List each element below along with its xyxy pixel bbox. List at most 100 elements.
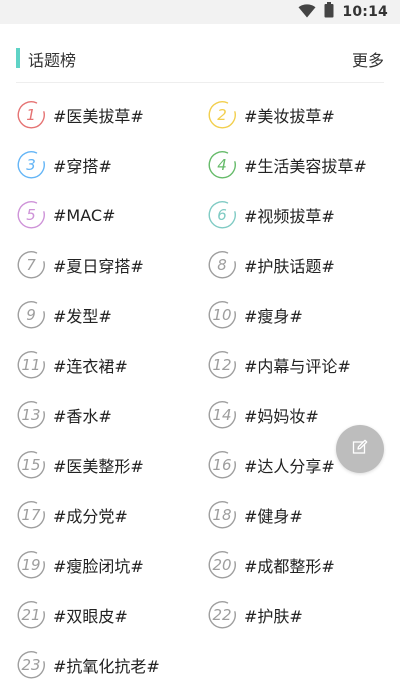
battery-icon <box>324 2 334 22</box>
topic-grid: 1 #医美拔草# 2 #美妆拔草# 3 #穿搭# 4 #生活美容拔草# 5 #MAC# 6 #视频拔草… <box>0 90 400 690</box>
rank-badge: 12 <box>207 350 237 380</box>
topic-item[interactable]: 20 #成都整形# <box>207 540 335 590</box>
topic-label: #夏日穿搭# <box>53 257 144 276</box>
topic-label: #抗氧化抗老# <box>53 657 160 676</box>
rank-number: 2 <box>217 106 227 124</box>
rank-badge: 5 <box>16 200 46 230</box>
topic-label: #连衣裙# <box>53 357 128 376</box>
rank-badge: 19 <box>16 550 46 580</box>
status-icons: 10:14 <box>298 2 388 22</box>
rank-badge: 7 <box>16 250 46 280</box>
header-divider <box>16 82 384 83</box>
rank-badge: 14 <box>207 400 237 430</box>
topic-row: 19 #瘦脸闭坑# 20 #成都整形# <box>0 540 400 590</box>
rank-badge: 3 <box>16 150 46 180</box>
rank-number: 14 <box>212 406 232 424</box>
rank-number: 16 <box>212 456 232 474</box>
topic-row: 7 #夏日穿搭# 8 #护肤话题# <box>0 240 400 290</box>
topic-item[interactable]: 9 #发型# <box>16 290 112 340</box>
topic-row: 23 #抗氧化抗老# <box>0 640 400 690</box>
page-title: 话题榜 <box>28 51 77 70</box>
compose-button[interactable] <box>336 425 384 473</box>
topic-item[interactable]: 18 #健身# <box>207 490 303 540</box>
topic-item[interactable]: 17 #成分党# <box>16 490 128 540</box>
topic-label: #护肤话题# <box>244 257 335 276</box>
rank-number: 6 <box>217 206 227 224</box>
topic-board-header: 话题榜 更多 <box>0 34 400 82</box>
rank-number: 4 <box>217 156 227 174</box>
topic-label: #双眼皮# <box>53 607 128 626</box>
topic-item[interactable]: 21 #双眼皮# <box>16 590 128 640</box>
topic-item[interactable]: 12 #内幕与评论# <box>207 340 351 390</box>
topic-label: #生活美容拔草# <box>244 157 367 176</box>
topic-row: 5 #MAC# 6 #视频拔草# <box>0 190 400 240</box>
rank-number: 22 <box>212 606 232 624</box>
topic-label: #医美拔草# <box>53 107 144 126</box>
rank-badge: 11 <box>16 350 46 380</box>
topic-row: 3 #穿搭# 4 #生活美容拔草# <box>0 140 400 190</box>
rank-badge: 2 <box>207 100 237 130</box>
rank-number: 12 <box>212 356 232 374</box>
rank-badge: 15 <box>16 450 46 480</box>
topic-label: #医美整形# <box>53 457 144 476</box>
topic-label: #MAC# <box>53 205 116 225</box>
rank-number: 23 <box>21 656 41 674</box>
rank-number: 3 <box>26 156 36 174</box>
topic-label: #妈妈妆# <box>244 407 319 426</box>
topic-item[interactable]: 2 #美妆拔草# <box>207 90 335 140</box>
rank-badge: 21 <box>16 600 46 630</box>
rank-badge: 17 <box>16 500 46 530</box>
rank-badge: 4 <box>207 150 237 180</box>
topic-label: #内幕与评论# <box>244 357 351 376</box>
topic-label: #穿搭# <box>53 157 112 176</box>
topic-item[interactable]: 5 #MAC# <box>16 190 115 240</box>
rank-number: 18 <box>212 506 232 524</box>
topic-item[interactable]: 19 #瘦脸闭坑# <box>16 540 144 590</box>
topic-label: #香水# <box>53 407 112 426</box>
topic-item[interactable]: 14 #妈妈妆# <box>207 390 319 440</box>
status-bar: 10:14 <box>0 0 400 24</box>
topic-item[interactable]: 7 #夏日穿搭# <box>16 240 144 290</box>
rank-badge: 8 <box>207 250 237 280</box>
rank-number: 9 <box>26 306 36 324</box>
more-link[interactable]: 更多 <box>352 47 384 71</box>
rank-number: 20 <box>212 556 232 574</box>
rank-badge: 20 <box>207 550 237 580</box>
topic-item[interactable]: 10 #瘦身# <box>207 290 303 340</box>
wifi-icon <box>298 3 316 22</box>
rank-number: 8 <box>217 256 227 274</box>
topic-item[interactable]: 8 #护肤话题# <box>207 240 335 290</box>
rank-badge: 10 <box>207 300 237 330</box>
edit-icon <box>352 439 368 459</box>
topic-row: 17 #成分党# 18 #健身# <box>0 490 400 540</box>
rank-number: 11 <box>21 356 41 374</box>
rank-number: 15 <box>21 456 41 474</box>
rank-number: 5 <box>26 206 36 224</box>
rank-number: 13 <box>21 406 41 424</box>
status-time: 10:14 <box>342 4 388 20</box>
topic-item[interactable]: 4 #生活美容拔草# <box>207 140 367 190</box>
rank-number: 10 <box>212 306 232 324</box>
topic-label: #瘦脸闭坑# <box>53 557 144 576</box>
topic-item[interactable]: 15 #医美整形# <box>16 440 144 490</box>
topic-label: #成分党# <box>53 507 128 526</box>
topic-label: #护肤# <box>244 607 303 626</box>
rank-badge: 9 <box>16 300 46 330</box>
topic-row: 1 #医美拔草# 2 #美妆拔草# <box>0 90 400 140</box>
topic-item[interactable]: 1 #医美拔草# <box>16 90 144 140</box>
topic-item[interactable]: 6 #视频拔草# <box>207 190 335 240</box>
topic-item[interactable]: 13 #香水# <box>16 390 112 440</box>
topic-item[interactable]: 22 #护肤# <box>207 590 303 640</box>
topic-item[interactable]: 16 #达人分享# <box>207 440 335 490</box>
topic-item[interactable]: 3 #穿搭# <box>16 140 112 190</box>
topic-item[interactable]: 11 #连衣裙# <box>16 340 128 390</box>
topic-row: 11 #连衣裙# 12 #内幕与评论# <box>0 340 400 390</box>
rank-badge: 13 <box>16 400 46 430</box>
rank-number: 19 <box>21 556 41 574</box>
topic-label: #视频拔草# <box>244 207 335 226</box>
rank-number: 17 <box>21 506 41 524</box>
topic-label: #瘦身# <box>244 307 303 326</box>
topic-label: #成都整形# <box>244 557 335 576</box>
topic-item[interactable]: 23 #抗氧化抗老# <box>16 640 160 690</box>
rank-badge: 22 <box>207 600 237 630</box>
